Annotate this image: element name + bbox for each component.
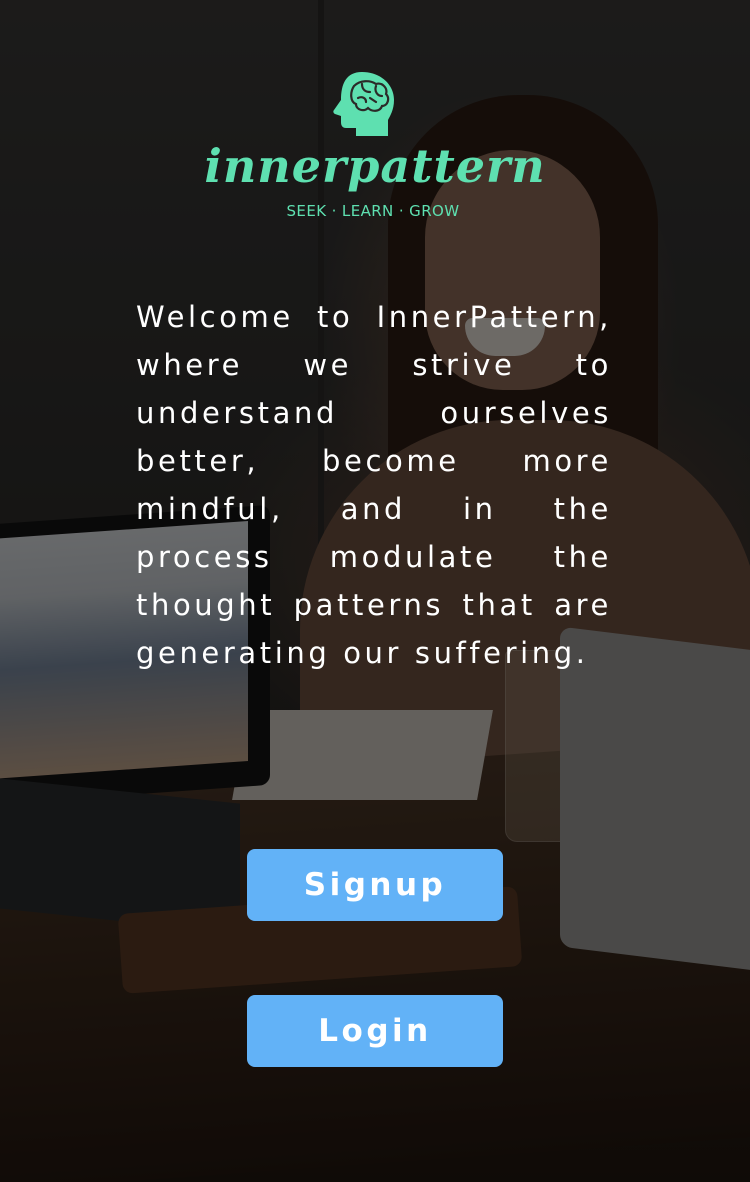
signup-button[interactable]: Signup <box>247 849 503 921</box>
login-button[interactable]: Login <box>247 995 503 1067</box>
app-logo: innerpattern SEEK · LEARN · GROW <box>200 60 550 230</box>
brand-wordmark: innerpattern <box>204 139 546 193</box>
content: innerpattern SEEK · LEARN · GROW Welcome… <box>0 0 750 1182</box>
brain-head-icon <box>332 70 398 138</box>
brand-tagline: SEEK · LEARN · GROW <box>286 202 460 220</box>
welcome-screen: innerpattern SEEK · LEARN · GROW Welcome… <box>0 0 750 1182</box>
welcome-message: Welcome to InnerPattern, where we strive… <box>136 300 612 670</box>
